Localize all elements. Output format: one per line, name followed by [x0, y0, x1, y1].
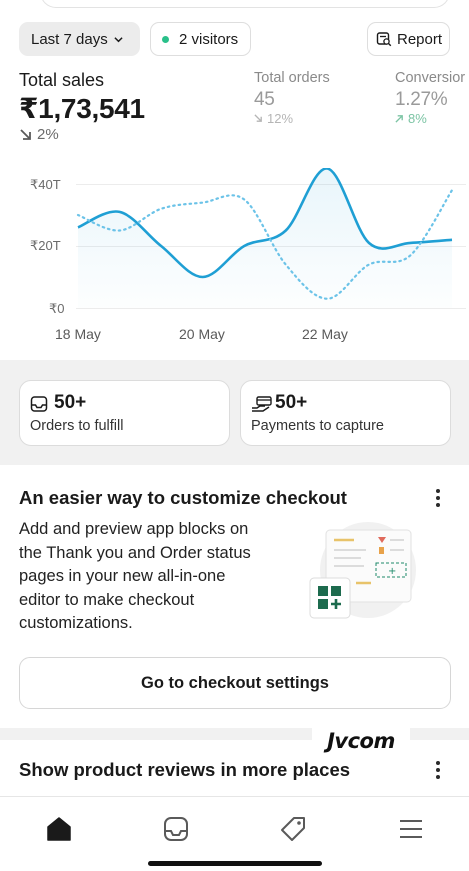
metric-delta: 8% — [395, 111, 427, 126]
live-visitors-pill[interactable]: 2 visitors — [150, 22, 251, 56]
x-tick-label: 20 May — [179, 326, 225, 342]
checkout-editor-illustration: + — [309, 522, 416, 619]
metric-delta-value: 8% — [408, 111, 427, 126]
more-options-icon[interactable] — [436, 761, 440, 781]
nav-products[interactable] — [277, 813, 309, 845]
home-icon — [47, 817, 71, 841]
task-label: Orders to fulfill — [30, 418, 124, 434]
menu-icon — [400, 820, 422, 838]
arrow-down-right-icon — [20, 128, 31, 140]
report-button[interactable]: Report — [367, 22, 450, 56]
live-dot-icon — [162, 35, 169, 43]
products-tag-icon — [281, 817, 305, 841]
go-to-checkout-settings-button[interactable]: Go to checkout settings — [19, 657, 451, 709]
arrow-down-right-icon — [254, 114, 262, 122]
metric-value: 1.27% — [395, 89, 448, 110]
nav-home[interactable] — [43, 813, 75, 845]
watermark-text: Jvcom — [312, 724, 410, 758]
inbox-icon — [30, 396, 48, 412]
series-area — [78, 168, 452, 308]
task-count: 50+ — [275, 392, 308, 413]
filter-row: Last 7 days 2 visitors Report — [0, 22, 469, 58]
nav-orders[interactable] — [160, 813, 192, 845]
promo-body: Add and preview app blocks on the Thank … — [19, 520, 251, 632]
promo-title: An easier way to customize checkout — [19, 487, 347, 508]
metric-label: Total orders — [254, 70, 330, 86]
visitors-label: 2 visitors — [179, 30, 239, 48]
more-options-icon[interactable] — [436, 489, 440, 509]
nav-menu[interactable] — [395, 813, 427, 845]
orders-inbox-icon — [164, 817, 188, 841]
payments-to-capture-card[interactable]: 50+ Payments to capture — [240, 380, 451, 446]
metric-delta-value: 2% — [37, 126, 59, 143]
report-label: Report — [397, 30, 443, 48]
task-label: Payments to capture — [251, 418, 384, 434]
bottom-navigation — [0, 796, 469, 871]
orders-to-fulfill-card[interactable]: 50+ Orders to fulfill — [19, 380, 230, 446]
metric-delta: 2% — [19, 126, 59, 143]
metric-value: ₹1,73,541 — [19, 93, 145, 124]
home-indicator — [148, 861, 322, 866]
chevron-down-icon — [114, 36, 123, 42]
arrow-up-right-icon — [395, 115, 403, 123]
chart-plot — [76, 168, 454, 308]
metric-delta-value: 12% — [267, 111, 294, 126]
metric-value: 45 — [254, 89, 275, 110]
payment-hand-icon — [252, 396, 272, 412]
svg-text:+: + — [388, 566, 396, 577]
metric-label: Conversior — [395, 70, 466, 86]
sales-chart[interactable]: ₹40T ₹20T ₹0 18 May 20 May 22 May — [0, 168, 469, 348]
checkout-promo-card: An easier way to customize checkout Add … — [0, 465, 469, 730]
previous-card-edge — [40, 0, 450, 8]
date-range-dropdown[interactable]: Last 7 days — [19, 22, 140, 56]
x-tick-label: 18 May — [55, 326, 101, 342]
metrics-row: Total sales ₹1,73,541 2% Total orders 45… — [0, 68, 469, 148]
metric-label: Total sales — [19, 70, 105, 90]
metric-delta: 12% — [254, 111, 293, 126]
date-range-label: Last 7 days — [31, 30, 108, 48]
x-tick-label: 22 May — [302, 326, 348, 342]
reviews-card-title: Show product reviews in more places — [19, 759, 351, 780]
task-count: 50+ — [54, 392, 87, 413]
report-icon — [376, 32, 392, 47]
